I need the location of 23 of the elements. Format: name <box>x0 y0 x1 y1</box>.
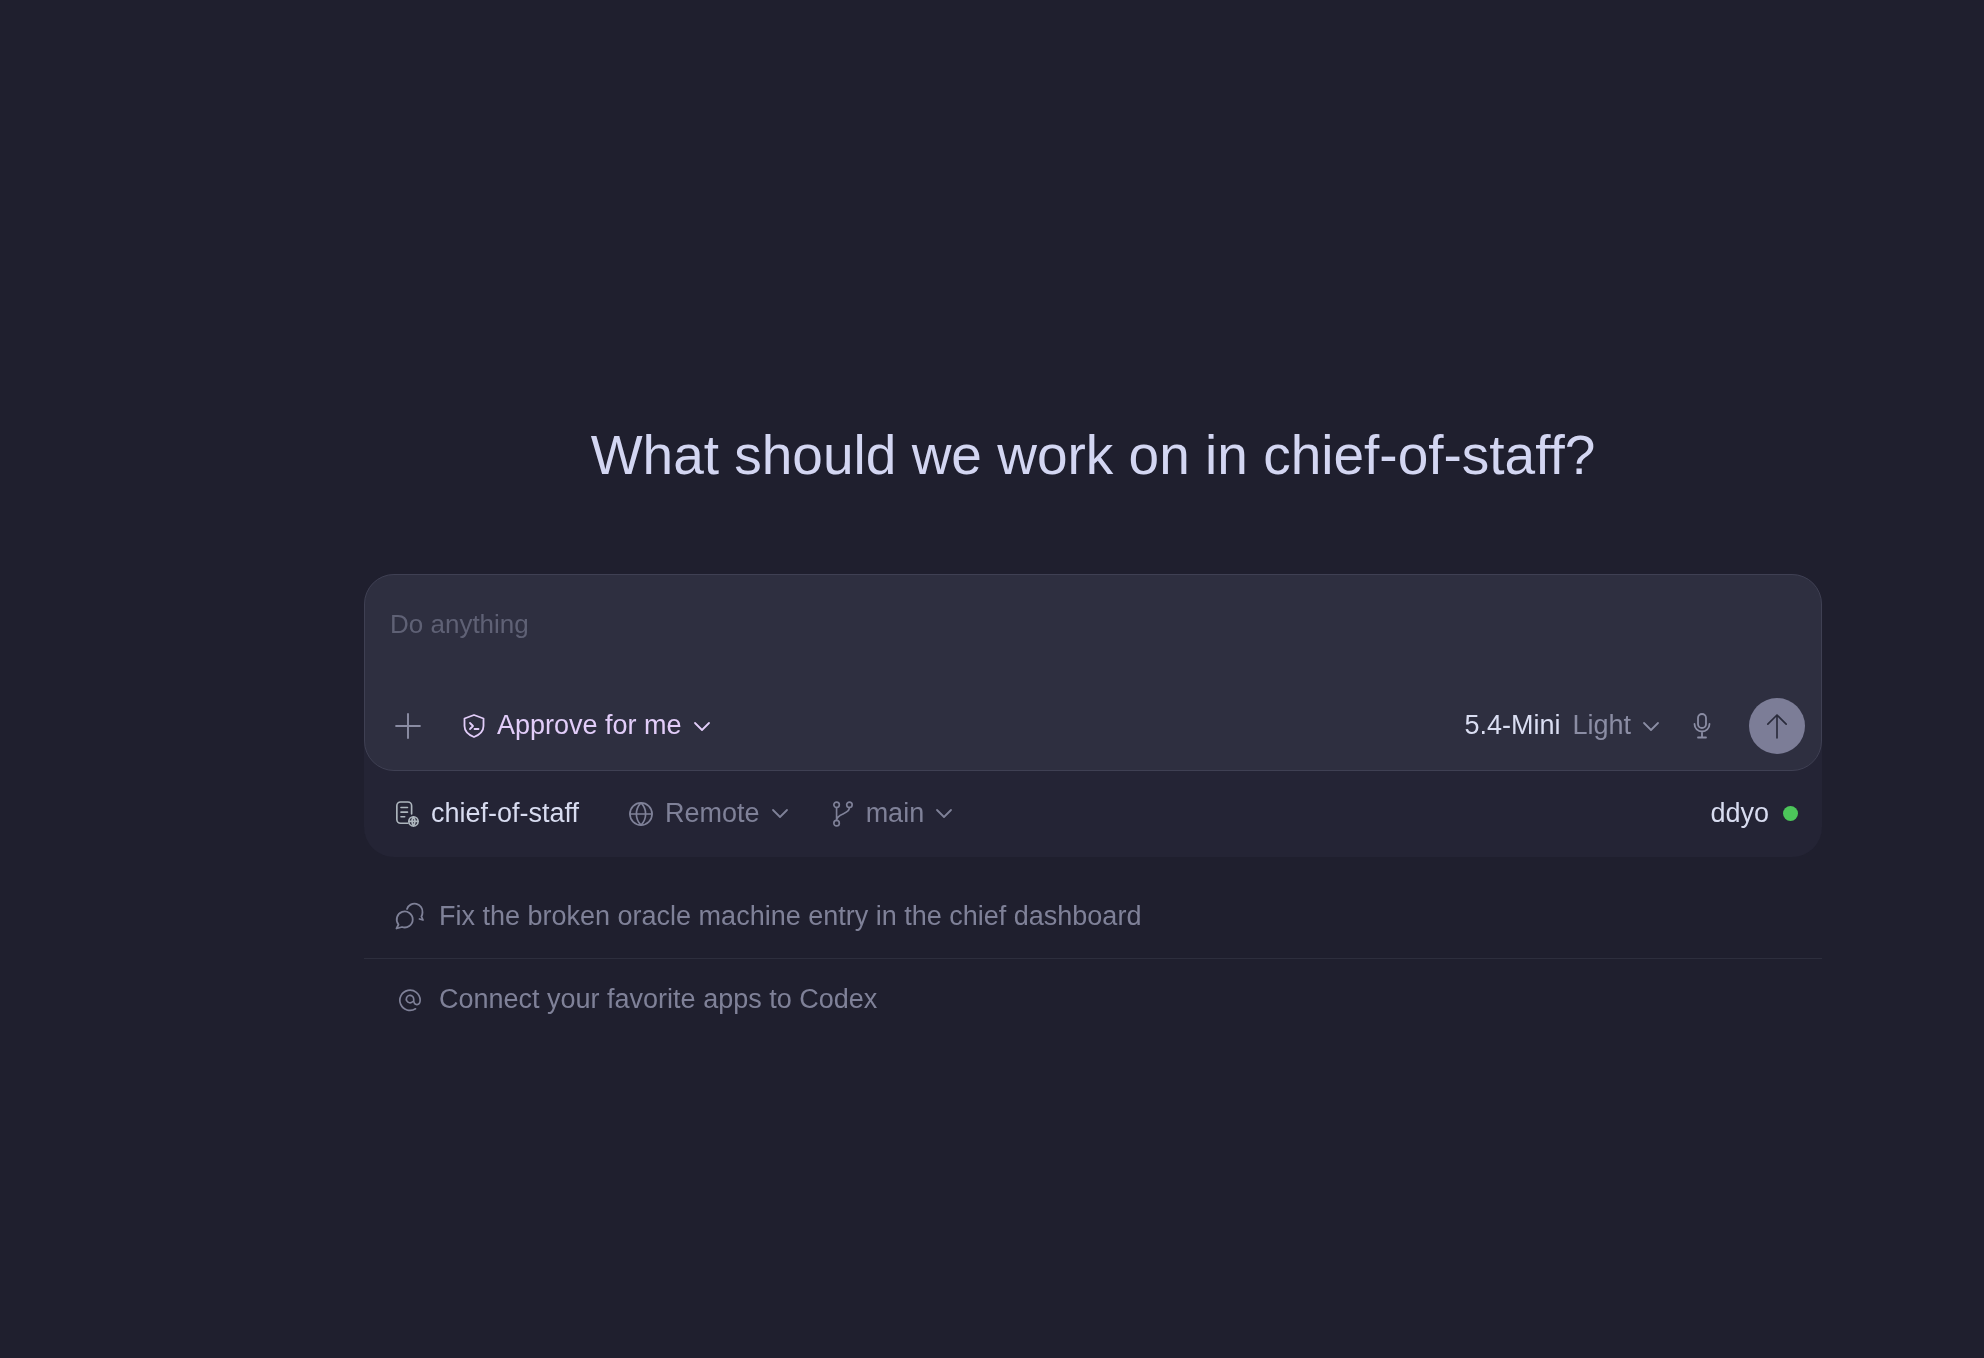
at-sign-icon <box>398 987 422 1012</box>
project-name: chief-of-staff <box>431 797 580 830</box>
suggestion-item[interactable]: Connect your favorite apps to Codex <box>364 958 1822 1042</box>
document-globe-icon <box>395 800 419 827</box>
chevron-down-icon <box>936 809 953 819</box>
branch-icon <box>831 800 854 827</box>
chevron-down-icon <box>771 809 788 819</box>
microphone-icon <box>1693 713 1711 739</box>
user-name: ddyo <box>1710 797 1769 830</box>
page-heading: What should we work on in chief-of-staff? <box>590 423 1596 488</box>
approval-dropdown[interactable]: Approve for me <box>463 708 710 744</box>
environment-dropdown[interactable]: Remote <box>629 796 788 832</box>
globe-icon <box>629 801 654 826</box>
send-button[interactable] <box>1749 698 1805 754</box>
branch-dropdown[interactable]: main <box>831 796 953 832</box>
chevron-down-icon <box>693 721 710 731</box>
plus-icon <box>395 713 421 739</box>
chevron-down-icon <box>1643 721 1659 731</box>
arrow-up-icon <box>1766 713 1788 739</box>
model-dropdown[interactable]: 5.4-Mini Light <box>1464 708 1659 744</box>
shield-terminal-icon <box>463 714 485 738</box>
chat-bubbles-icon <box>395 903 425 930</box>
suggestion-item[interactable]: Fix the broken oracle machine entry in the chief dashboard <box>364 876 1822 959</box>
